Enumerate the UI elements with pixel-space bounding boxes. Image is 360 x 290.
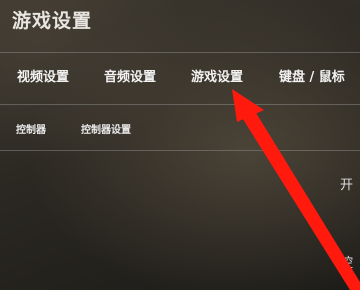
red-arrow-annotation [232,89,360,290]
arrow-head [232,89,264,122]
page-title: 游戏设置 [12,10,93,32]
subtab-controller-settings[interactable]: 控制器设置 [81,121,131,136]
tabs-divider [0,104,360,105]
main-tabs: 视频设置 音频设置 游戏设置 键盘 / 鼠标 [0,66,360,92]
tab-game-settings[interactable]: 游戏设置 [191,66,243,85]
tab-keyboard-mouse[interactable]: 键盘 / 鼠标 [279,66,345,85]
tab-audio-settings[interactable]: 音频设置 [104,66,156,85]
subtab-controller[interactable]: 控制器 [16,121,46,136]
header-divider [0,52,360,53]
sub-tabs: 控制器 控制器设置 [0,121,360,139]
subtabs-divider [0,150,360,151]
tab-video-settings[interactable]: 视频设置 [17,66,69,85]
setting-row-label[interactable]: 开 [340,174,353,193]
setting-row-label[interactable]: 控 [340,252,353,271]
